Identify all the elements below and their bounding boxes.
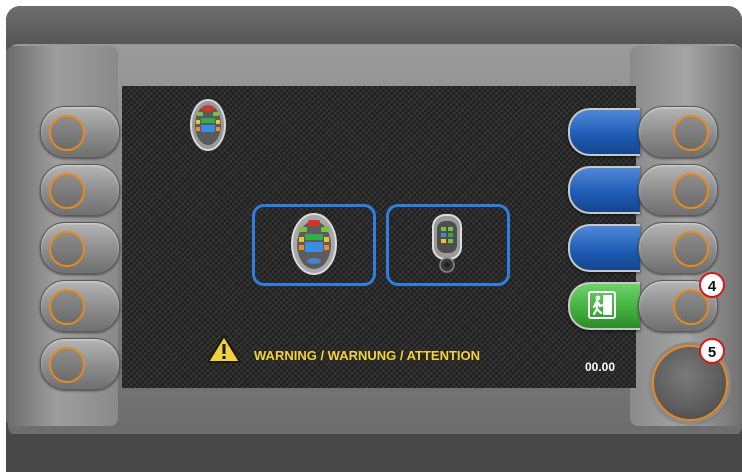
left-hardware-button-4[interactable] bbox=[40, 280, 120, 332]
option-joystick-control[interactable] bbox=[386, 204, 510, 286]
right-hardware-button-1[interactable] bbox=[638, 106, 718, 158]
button-ring-icon bbox=[49, 115, 85, 151]
button-ring-icon bbox=[49, 231, 85, 267]
oval-handset-icon bbox=[291, 213, 337, 275]
soft-key-1[interactable] bbox=[568, 108, 640, 156]
left-hardware-button-2[interactable] bbox=[40, 164, 120, 216]
soft-key-2[interactable] bbox=[568, 166, 640, 214]
control-panel: WARNING / WARNUNG / ATTENTION 00.00 4 5 bbox=[0, 0, 742, 472]
housing-bottom bbox=[6, 434, 742, 472]
soft-key-3[interactable] bbox=[568, 224, 640, 272]
emergency-exit-icon bbox=[588, 291, 616, 319]
timer-readout: 00.00 bbox=[585, 360, 616, 374]
button-ring-icon bbox=[673, 115, 709, 151]
left-hardware-button-3[interactable] bbox=[40, 222, 120, 274]
right-hardware-button-3[interactable] bbox=[638, 222, 718, 274]
option-oval-handset[interactable] bbox=[252, 204, 376, 286]
soft-key-emergency-exit[interactable] bbox=[568, 282, 640, 330]
button-ring-icon bbox=[49, 289, 85, 325]
button-ring-icon bbox=[673, 173, 709, 209]
warning-message: WARNING / WARNUNG / ATTENTION bbox=[254, 348, 481, 363]
left-hardware-button-5[interactable] bbox=[40, 338, 120, 390]
callout-5: 5 bbox=[699, 338, 725, 364]
button-ring-icon bbox=[49, 173, 85, 209]
handset-status-icon bbox=[190, 99, 226, 151]
housing-top-edge bbox=[6, 6, 742, 46]
button-ring-icon bbox=[49, 347, 85, 383]
button-ring-icon bbox=[673, 231, 709, 267]
warning-triangle-icon bbox=[207, 335, 241, 363]
callout-4: 4 bbox=[699, 272, 725, 298]
left-hardware-button-1[interactable] bbox=[40, 106, 120, 158]
joystick-control-icon bbox=[432, 214, 462, 273]
right-hardware-button-2[interactable] bbox=[638, 164, 718, 216]
